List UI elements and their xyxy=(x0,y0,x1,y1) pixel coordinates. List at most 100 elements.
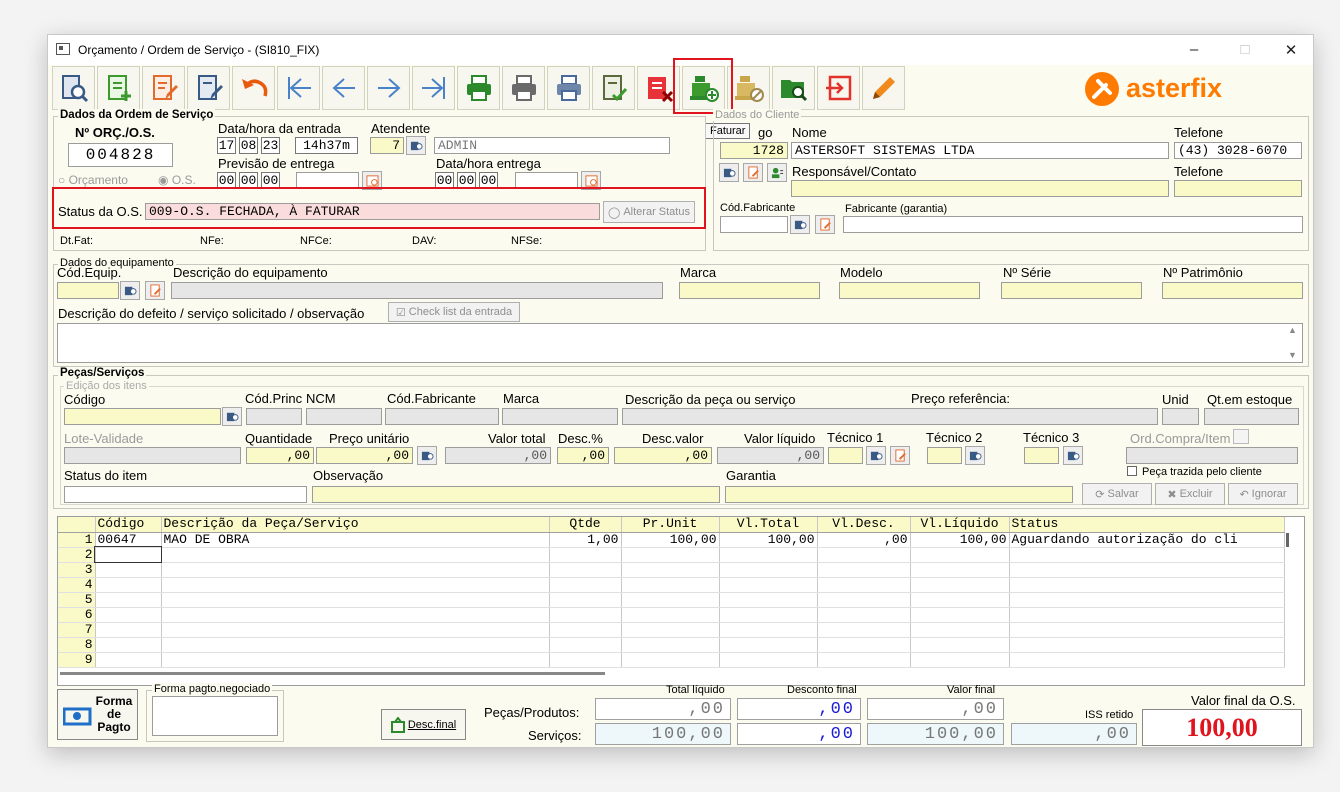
defeito-field[interactable] xyxy=(57,323,1303,363)
cell-qtde[interactable] xyxy=(549,577,622,593)
cell-vl-desc[interactable] xyxy=(817,547,911,563)
peca-cliente-checkbox[interactable] xyxy=(1127,466,1137,476)
cell-descricao[interactable] xyxy=(161,637,550,653)
fabricante-search-button[interactable] xyxy=(790,215,810,234)
grid-header-vl-total[interactable]: Vl.Total xyxy=(719,517,818,533)
check-document-button[interactable] xyxy=(592,66,635,110)
cell-descricao[interactable]: MAO DE OBRA xyxy=(161,532,550,548)
cell-vl-total[interactable] xyxy=(719,562,818,578)
forma-negociado-field[interactable] xyxy=(152,696,278,736)
cell-descricao[interactable] xyxy=(161,652,550,668)
print-setup-button[interactable] xyxy=(547,66,590,110)
cell-descricao[interactable] xyxy=(161,562,550,578)
cell-status[interactable] xyxy=(1009,577,1285,593)
first-record-button[interactable] xyxy=(277,66,320,110)
atendente-search-button[interactable] xyxy=(406,136,426,155)
cell-descricao[interactable] xyxy=(161,547,550,563)
entry-time[interactable]: 14h37m xyxy=(295,137,358,154)
cell-pr-unit[interactable] xyxy=(621,562,720,578)
preco-unit-field[interactable]: ,00 xyxy=(316,447,413,464)
cancel-billing-button[interactable] xyxy=(727,66,770,110)
cell-vl-desc[interactable]: ,00 xyxy=(817,532,911,548)
cell-descricao[interactable] xyxy=(161,592,550,608)
cell-vl-total[interactable] xyxy=(719,577,818,593)
cell-status[interactable] xyxy=(1009,607,1285,623)
ord-compra-field[interactable] xyxy=(1126,447,1298,464)
grid-header-vl-desc[interactable]: Vl.Desc. xyxy=(817,517,911,533)
equip-search-button[interactable] xyxy=(120,281,140,300)
cell-pr-unit[interactable] xyxy=(621,607,720,623)
tecnico3-field[interactable] xyxy=(1024,447,1059,464)
cell-status[interactable] xyxy=(1009,547,1285,563)
cell-vl-liquido[interactable] xyxy=(910,562,1010,578)
save-document-button[interactable] xyxy=(187,66,230,110)
cell-codigo[interactable] xyxy=(95,637,162,653)
peca-search-button[interactable] xyxy=(222,407,242,426)
radio-os[interactable]: ◉ O.S. xyxy=(158,173,196,187)
cell-status[interactable] xyxy=(1009,592,1285,608)
desc-final-button[interactable]: Desc.final xyxy=(381,709,466,740)
tecnico2-search-button[interactable] xyxy=(965,446,985,465)
cell-descricao[interactable] xyxy=(161,607,550,623)
patrimonio-field[interactable] xyxy=(1162,282,1303,299)
cell-vl-desc[interactable] xyxy=(817,592,911,608)
cell-pr-unit[interactable] xyxy=(621,592,720,608)
cliente-edit-button[interactable] xyxy=(743,163,763,182)
cell-vl-liquido[interactable] xyxy=(910,607,1010,623)
cell-descricao[interactable] xyxy=(161,577,550,593)
peca-cod-fabricante-field[interactable] xyxy=(385,408,499,425)
last-record-button[interactable] xyxy=(412,66,455,110)
fabricante-edit-button[interactable] xyxy=(815,215,835,234)
cell-codigo[interactable]: 00647 xyxy=(95,532,162,548)
previous-record-button[interactable] xyxy=(322,66,365,110)
responsavel-field[interactable] xyxy=(791,180,1169,197)
cell-codigo[interactable] xyxy=(95,652,162,668)
cliente-telefone-field[interactable]: (43) 3028-6070 xyxy=(1174,142,1302,159)
next-record-button[interactable] xyxy=(367,66,410,110)
cell-qtde[interactable]: 1,00 xyxy=(549,532,622,548)
table-row[interactable]: 4 xyxy=(58,577,1285,593)
cell-pr-unit[interactable] xyxy=(621,637,720,653)
cell-codigo[interactable] xyxy=(95,562,162,578)
equip-edit-button[interactable] xyxy=(145,281,165,300)
cell-codigo[interactable] xyxy=(95,607,162,623)
cell-vl-total[interactable]: 100,00 xyxy=(719,532,818,548)
cell-vl-liquido[interactable] xyxy=(910,652,1010,668)
desc-valor-field[interactable]: ,00 xyxy=(614,447,712,464)
peca-codigo-field[interactable] xyxy=(64,408,221,425)
table-row[interactable]: 8 xyxy=(58,637,1285,653)
cell-codigo[interactable] xyxy=(94,546,162,563)
garantia-field[interactable] xyxy=(725,486,1073,503)
exit-button[interactable] xyxy=(817,66,860,110)
table-row[interactable]: 7 xyxy=(58,622,1285,638)
entry-day[interactable]: 17 xyxy=(217,137,236,154)
cell-qtde[interactable] xyxy=(549,547,622,563)
grid-vertical-scroll-thumb[interactable] xyxy=(1286,533,1289,547)
valor-total-field[interactable]: ,00 xyxy=(445,447,551,464)
cell-status[interactable] xyxy=(1009,562,1285,578)
unid-field[interactable] xyxy=(1162,408,1199,425)
cell-vl-desc[interactable] xyxy=(817,577,911,593)
marca-field[interactable] xyxy=(679,282,820,299)
cell-pr-unit[interactable] xyxy=(621,652,720,668)
table-row[interactable]: 2 xyxy=(58,546,1285,563)
radio-orcamento[interactable]: ○ Orçamento xyxy=(58,173,128,187)
cell-status[interactable] xyxy=(1009,652,1285,668)
table-row[interactable]: 1 00647 MAO DE OBRA 1,00 100,00 100,00,00 100,… xyxy=(58,532,1285,548)
ord-compra-edit-button[interactable] xyxy=(1233,429,1249,444)
maximize-button[interactable]: □ xyxy=(1235,41,1255,58)
cell-vl-total[interactable] xyxy=(719,622,818,638)
atendente-name[interactable]: ADMIN xyxy=(434,137,670,154)
grid-header-descricao[interactable]: Descrição da Peça/Serviço xyxy=(161,517,550,533)
cell-vl-desc[interactable] xyxy=(817,637,911,653)
status-item-field[interactable] xyxy=(64,486,307,503)
cell-status[interactable] xyxy=(1009,622,1285,638)
estoque-field[interactable] xyxy=(1204,408,1299,425)
print-preview-button[interactable] xyxy=(502,66,545,110)
observacao-field[interactable] xyxy=(312,486,720,503)
tecnico1-search-button[interactable] xyxy=(866,446,886,465)
alterar-status-button[interactable]: ◯ Alterar Status xyxy=(603,201,695,223)
grid-header-codigo[interactable]: Código xyxy=(95,517,162,533)
salvar-button[interactable]: ⟳ Salvar xyxy=(1082,483,1152,505)
quantidade-field[interactable]: ,00 xyxy=(246,447,314,464)
